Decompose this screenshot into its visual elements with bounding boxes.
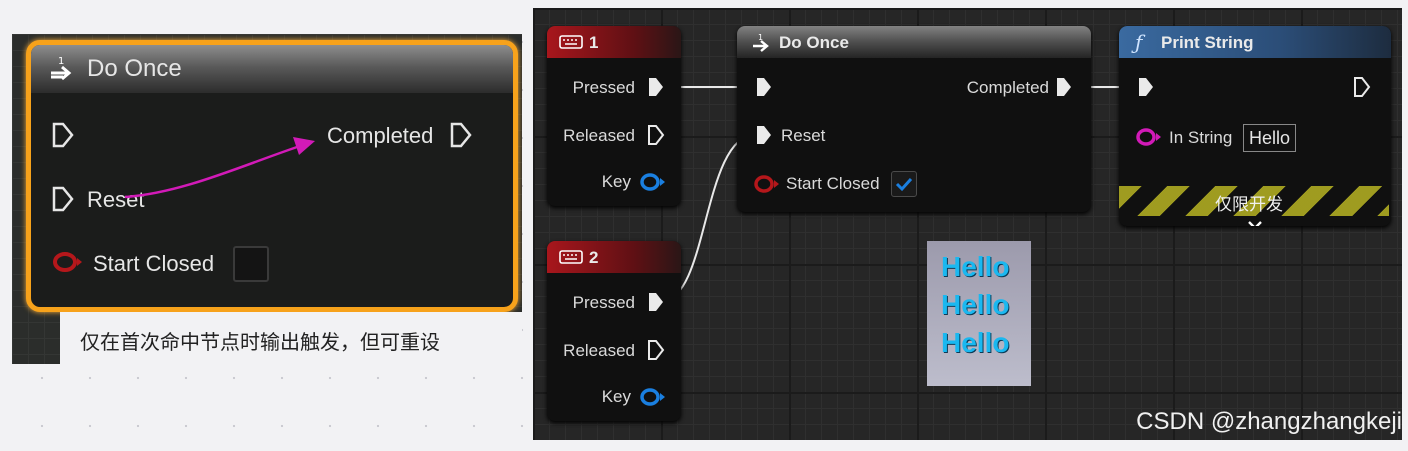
reset-pin-icon[interactable]: [51, 185, 75, 213]
string-pin-icon[interactable]: [1135, 126, 1163, 148]
start-closed-checkbox[interactable]: [233, 246, 269, 282]
pressed-label: Pressed: [572, 293, 635, 312]
caption-text: 仅在首次命中节点时输出触发，但可重设: [80, 330, 440, 354]
hello-output-line: Hello: [941, 289, 1010, 320]
hello-output-line: Hello: [941, 327, 1010, 358]
exec-out-pin-icon[interactable]: [647, 291, 665, 313]
do-once-node[interactable]: 1 Do Once Completed Reset Start Closed: [737, 26, 1091, 212]
dev-only-label: 仅限开发: [1215, 195, 1283, 215]
node-title: Print String: [1161, 33, 1254, 52]
bool-pin-icon[interactable]: [51, 249, 85, 275]
exec-out-pin-icon[interactable]: [449, 121, 473, 149]
key-event-node-1[interactable]: 1 Pressed Released Key: [547, 26, 681, 206]
node-header: 2: [547, 241, 681, 273]
in-string-input[interactable]: Hello: [1243, 124, 1297, 152]
hello-output-box: Hello Hello Hello: [927, 241, 1031, 386]
reset-pin-icon[interactable]: [755, 124, 773, 146]
chevron-down-icon[interactable]: [1247, 220, 1263, 226]
watermark: CSDN @zhangzhangkeji: [1136, 408, 1402, 435]
blueprint-graph: 1 Pressed Released Key 2 Pressed Release…: [533, 8, 1402, 440]
node-title: 2: [589, 248, 599, 267]
released-label: Released: [563, 126, 635, 145]
released-label: Released: [563, 341, 635, 360]
keyboard-icon: [559, 250, 583, 264]
node-header: 1 Do Once: [31, 45, 513, 93]
completed-label: Completed: [966, 78, 1049, 97]
start-closed-checkbox[interactable]: [891, 171, 917, 197]
start-closed-label: Start Closed: [93, 251, 215, 276]
exec-out-pin-icon[interactable]: [647, 339, 665, 361]
function-icon: ƒ: [1135, 30, 1143, 54]
node-title: 1: [589, 33, 599, 52]
pressed-label: Pressed: [572, 78, 635, 97]
print-string-node[interactable]: ƒ Print String In String Hello 仅限开发: [1119, 26, 1391, 226]
checkmark-icon: [895, 177, 913, 192]
struct-pin-icon[interactable]: [639, 386, 667, 408]
in-string-label: In String: [1169, 128, 1233, 147]
exec-out-pin-icon[interactable]: [647, 124, 665, 146]
exec-in-pin-icon[interactable]: [1137, 76, 1155, 98]
node-title: Do Once: [87, 55, 182, 82]
bool-pin-icon[interactable]: [753, 173, 781, 195]
do-once-icon: 1: [51, 56, 72, 81]
do-once-icon: 1: [753, 33, 769, 52]
exec-out-pin-icon[interactable]: [1055, 76, 1073, 98]
caption-box: 仅在首次命中节点时输出触发，但可重设: [60, 312, 522, 364]
hello-output-line: Hello: [941, 251, 1010, 282]
svg-text:1: 1: [58, 56, 64, 67]
reset-label: Reset: [781, 126, 826, 145]
key-event-node-2[interactable]: 2 Pressed Released Key: [547, 241, 681, 421]
exec-in-pin-icon[interactable]: [755, 76, 773, 98]
exec-out-pin-icon[interactable]: [647, 76, 665, 98]
exec-out-pin-icon[interactable]: [1353, 76, 1371, 98]
key-label: Key: [601, 172, 631, 191]
node-header: ƒ Print String: [1119, 26, 1391, 58]
magenta-arrow-icon: [124, 137, 315, 199]
completed-label: Completed: [327, 123, 434, 148]
node-header: 1 Do Once: [737, 26, 1091, 58]
struct-pin-icon[interactable]: [639, 171, 667, 193]
do-once-node-large[interactable]: 1 Do Once Completed Reset Start Closed: [26, 40, 518, 312]
keyboard-icon: [559, 35, 583, 49]
node-header: 1: [547, 26, 681, 58]
node-title: Do Once: [779, 33, 849, 52]
start-closed-label: Start Closed: [786, 174, 880, 193]
exec-in-pin-icon[interactable]: [51, 121, 75, 149]
left-panel: 1 Do Once Completed Reset Start Closed 仅…: [12, 34, 522, 364]
key-label: Key: [601, 387, 631, 406]
